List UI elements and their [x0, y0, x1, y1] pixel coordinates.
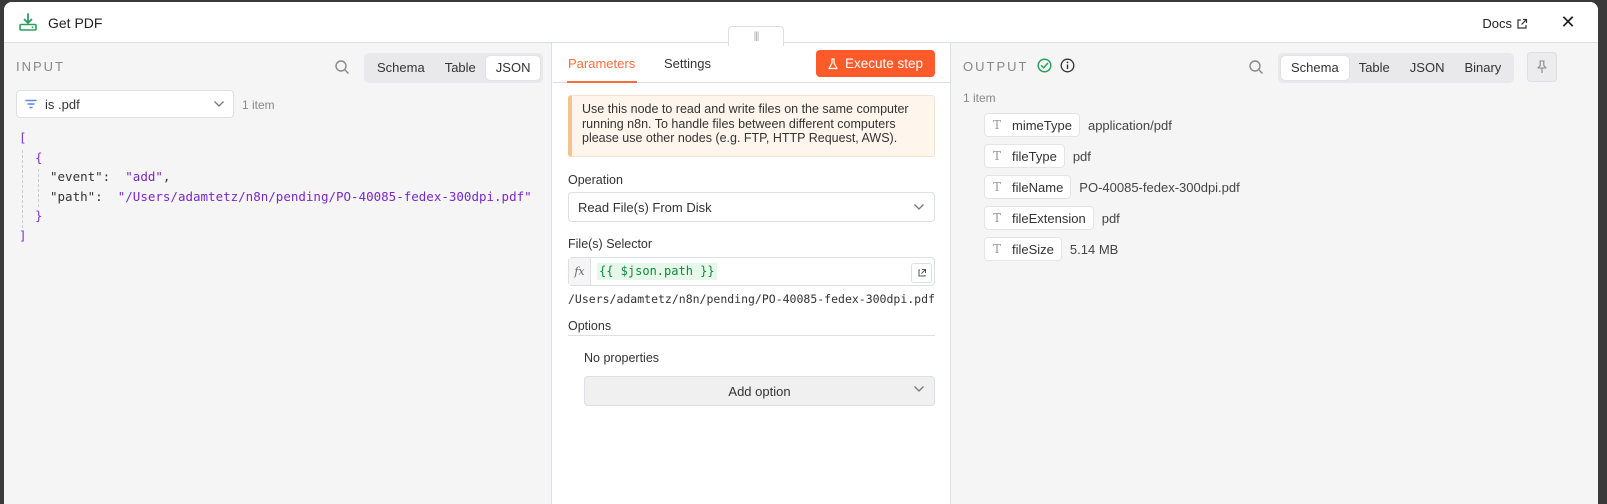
input-view-table[interactable]: Table [435, 56, 486, 80]
operation-value: Read File(s) From Disk [578, 199, 712, 215]
param-tabs: Parameters Settings Execute step [553, 43, 950, 83]
type-text-icon: T [992, 149, 1001, 163]
json-close-bracket: ] [19, 227, 27, 243]
info-icon[interactable] [1060, 58, 1075, 73]
schema-field-row: T fileType pdf [984, 144, 1091, 168]
input-filter-select[interactable]: is .pdf [16, 90, 234, 118]
no-properties-text: No properties [584, 351, 660, 365]
type-text-icon: T [992, 211, 1001, 225]
output-view-json[interactable]: JSON [1400, 56, 1455, 80]
schema-field-value: application/pdf [1087, 117, 1172, 133]
docs-link[interactable]: Docs [1482, 16, 1528, 31]
expand-icon[interactable] [911, 263, 932, 283]
schema-field-value: PO-40085-fedex-300dpi.pdf [1079, 179, 1240, 195]
output-label: OUTPUT [963, 59, 1029, 74]
operation-label: Operation [568, 173, 623, 187]
json-open-bracket: [ [19, 130, 27, 145]
schema-field-row: T mimeType application/pdf [984, 113, 1172, 137]
schema-field-name: fileSize [1012, 241, 1054, 257]
schema-field-name: mimeType [1012, 117, 1072, 133]
node-download-icon [19, 13, 37, 31]
files-selector-expression-input[interactable]: fx {{ $json.path }} [568, 257, 935, 286]
files-selector-label: File(s) Selector [568, 237, 653, 251]
schema-field-value: 5.14 MB [1069, 241, 1119, 257]
json-open-brace: { [35, 149, 43, 165]
info-notice: Use this node to read and write files on… [568, 95, 935, 157]
pin-data-button[interactable] [1527, 52, 1557, 82]
input-label: INPUT [16, 59, 65, 74]
success-check-icon [1037, 58, 1052, 73]
json-value-path[interactable]: "/Users/adamtetz/n8n/pending/PO-40085-fe… [118, 189, 532, 204]
flask-icon [828, 57, 838, 69]
chevron-down-icon [914, 204, 924, 210]
panel-drag-handle[interactable]: ||| [728, 26, 784, 46]
schema-field-value: pdf [1101, 210, 1120, 226]
schema-field-name: fileType [1012, 148, 1057, 164]
output-view-binary[interactable]: Binary [1454, 56, 1511, 80]
options-label: Options [568, 319, 612, 333]
json-close-brace: } [35, 208, 43, 223]
type-text-icon: T [992, 118, 1001, 132]
add-option-label: Add option [728, 383, 791, 399]
expression-resolved-value: /Users/adamtetz/n8n/pending/PO-40085-fed… [568, 292, 935, 306]
input-view-json[interactable]: JSON [485, 56, 541, 80]
schema-field-row: T fileExtension pdf [984, 206, 1120, 230]
output-view-switcher: Schema Table JSON Binary [1278, 53, 1515, 83]
chevron-down-icon [214, 101, 224, 107]
schema-field-value: pdf [1072, 148, 1091, 164]
input-view-switcher: Schema Table JSON [364, 53, 544, 83]
external-link-icon [1517, 18, 1528, 29]
json-value-event[interactable]: "add" [125, 169, 163, 184]
add-option-button[interactable]: Add option [584, 376, 935, 406]
close-icon[interactable]: ✕ [1558, 12, 1578, 33]
type-text-icon: T [992, 180, 1001, 194]
input-item-count: 1 item [242, 98, 275, 112]
execute-step-label: Execute step [844, 56, 924, 71]
type-text-icon: T [992, 242, 1001, 256]
input-view-schema[interactable]: Schema [367, 56, 435, 80]
input-panel: INPUT Schema Table JSON is .pdf 1 item [… [4, 43, 552, 504]
schema-field-pill[interactable]: T fileName [984, 175, 1072, 199]
json-key-event: "event": [50, 169, 111, 184]
json-viewer: [ { "event": "add", "path": "/Users/adam… [19, 128, 532, 245]
search-icon[interactable] [334, 59, 350, 75]
schema-field-name: fileName [1012, 179, 1064, 195]
execute-step-button[interactable]: Execute step [816, 50, 935, 77]
options-divider [568, 335, 935, 336]
operation-select[interactable]: Read File(s) From Disk [568, 192, 935, 222]
schema-field-name: fileExtension [1012, 210, 1086, 226]
expression-code: {{ $json.path }} [597, 263, 717, 280]
schema-field-pill[interactable]: T fileSize [984, 237, 1062, 261]
filter-icon [25, 99, 37, 109]
docs-label: Docs [1482, 16, 1512, 31]
output-panel: OUTPUT Schema Table JSON Binary 1 item T… [950, 43, 1598, 504]
fx-icon: fx [569, 258, 591, 285]
node-modal: Get PDF Docs ✕ ||| INPUT Schema Table JS… [4, 2, 1598, 504]
schema-field-pill[interactable]: T mimeType [984, 113, 1080, 137]
tab-parameters[interactable]: Parameters [568, 56, 635, 71]
parameters-panel: Parameters Settings Execute step Use thi… [553, 43, 950, 504]
modal-title: Get PDF [48, 15, 103, 31]
pin-icon [1537, 60, 1547, 73]
active-tab-indicator [567, 81, 637, 83]
output-view-schema[interactable]: Schema [1281, 56, 1349, 80]
modal-header: Get PDF Docs ✕ [4, 2, 1598, 43]
schema-field-row: T fileName PO-40085-fedex-300dpi.pdf [984, 175, 1240, 199]
output-view-table[interactable]: Table [1349, 56, 1400, 80]
search-icon[interactable] [1248, 59, 1264, 75]
schema-field-pill[interactable]: T fileExtension [984, 206, 1094, 230]
schema-field-row: T fileSize 5.14 MB [984, 237, 1118, 261]
json-comma: , [162, 169, 171, 184]
input-filter-value: is .pdf [45, 96, 80, 112]
output-item-count: 1 item [963, 91, 996, 105]
schema-field-pill[interactable]: T fileType [984, 144, 1065, 168]
tab-settings[interactable]: Settings [664, 56, 711, 71]
json-key-path: "path": [50, 188, 103, 204]
chevron-down-icon [914, 386, 924, 392]
